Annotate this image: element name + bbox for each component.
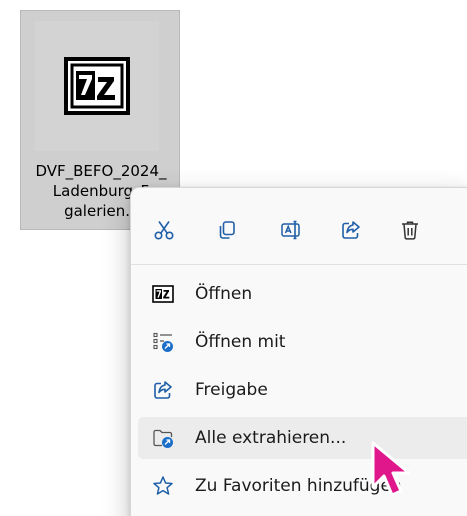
menu-item-extract-all[interactable]: Alle extrahieren... <box>138 417 467 459</box>
menu-item-share-label: Freigabe <box>195 380 268 400</box>
scissors-icon <box>154 221 174 240</box>
quick-actions-bar <box>131 210 431 250</box>
delete-button[interactable] <box>390 210 430 250</box>
screenshot-root: 7z DVF_BEFO_2024_ Ladenburg_F galerien.z <box>0 0 467 516</box>
menu-item-open[interactable]: Öffnen <box>138 273 467 315</box>
file-thumbnail: 7z <box>35 21 159 151</box>
share-icon <box>342 221 360 239</box>
7zip-icon <box>152 283 174 305</box>
menu-item-extract-all-label: Alle extrahieren... <box>195 428 347 448</box>
menu-item-add-favorites[interactable]: Zu Favoriten hinzufügen <box>138 465 467 507</box>
menu-item-add-favorites-label: Zu Favoriten hinzufügen <box>195 476 402 496</box>
share-icon <box>152 379 174 401</box>
menu-separator <box>131 264 467 265</box>
extract-folder-icon <box>152 427 174 449</box>
rename-icon <box>281 220 300 240</box>
copy-button[interactable] <box>207 210 247 250</box>
share-button[interactable] <box>331 210 371 250</box>
menu-item-open-with[interactable]: Öffnen mit <box>138 321 467 363</box>
menu-item-share[interactable]: Freigabe <box>138 369 467 411</box>
open-with-icon <box>152 331 174 353</box>
menu-item-open-label: Öffnen <box>195 284 253 304</box>
copy-icon <box>219 221 235 239</box>
menu-item-open-with-label: Öffnen mit <box>195 332 286 352</box>
cut-button[interactable] <box>144 210 184 250</box>
star-icon <box>152 475 174 497</box>
file-name-line-1: DVF_BEFO_2024_ <box>35 162 167 180</box>
rename-button[interactable] <box>271 210 311 250</box>
trash-icon <box>402 221 418 240</box>
7z-archive-icon: 7z <box>64 57 130 115</box>
context-menu: Öffnen Öffnen mit Freigabe Alle extrahie… <box>130 187 467 516</box>
